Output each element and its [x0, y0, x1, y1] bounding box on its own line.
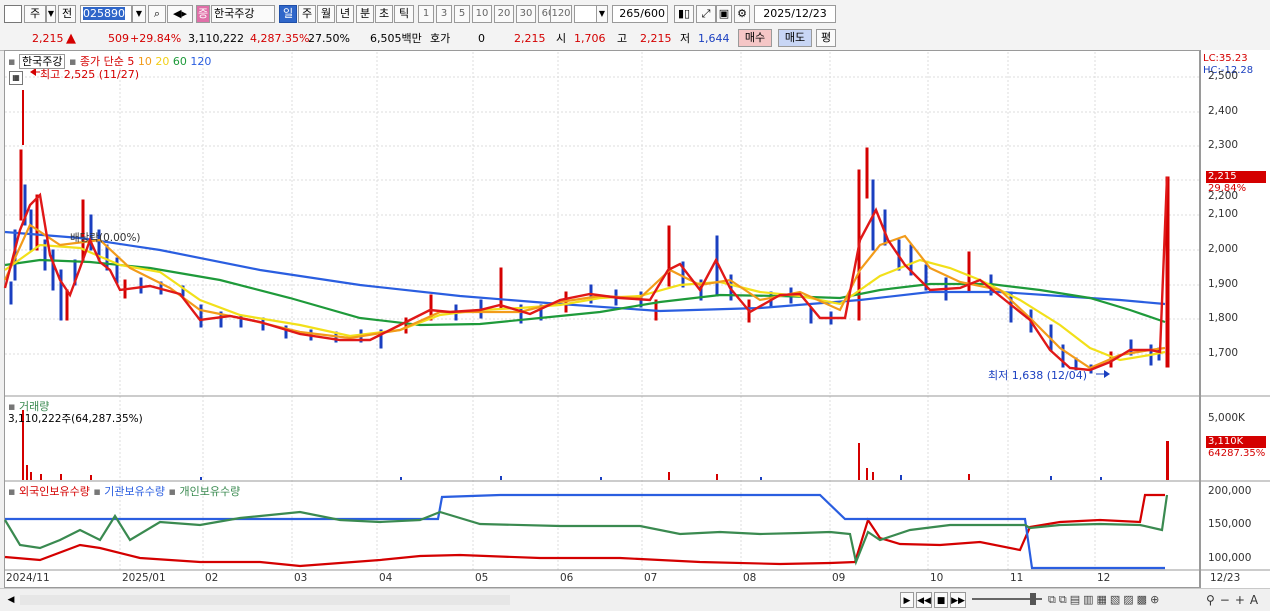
- ma20-line: [4, 243, 1166, 362]
- y-tick: 2,500: [1208, 70, 1239, 82]
- legend-ma120: 120: [190, 55, 212, 68]
- scroll-track[interactable]: [20, 595, 510, 605]
- scroll-left-icon[interactable]: ◀: [4, 593, 18, 607]
- volume-tick: 5,000K: [1208, 412, 1245, 424]
- ma10-line: [3, 223, 1166, 370]
- holdings-tick: 150,000: [1208, 518, 1252, 530]
- candles: [9, 147, 1170, 374]
- peak-candle: [22, 90, 24, 145]
- lc-value: LC:35.23: [1203, 53, 1248, 64]
- x-tick: 04: [379, 572, 393, 584]
- volume-current-tag: 3,110K: [1206, 436, 1266, 448]
- rewind-icon[interactable]: ◀◀: [916, 592, 932, 608]
- holdings-tick: 200,000: [1208, 485, 1252, 497]
- legend-foreign: 외국인보유수량: [18, 485, 90, 498]
- calendar-icon[interactable]: ▦: [9, 71, 23, 85]
- individual-holdings-line: [4, 494, 1169, 566]
- menu-dot-icon[interactable]: ▪: [8, 55, 15, 68]
- x-tick: 2025/01: [122, 572, 166, 584]
- y-tick: 2,000: [1208, 243, 1239, 255]
- legend-ma20: 20: [155, 55, 170, 68]
- high-arrow-icon: [30, 68, 36, 76]
- bottom-bar: ◀ ▶ ◀◀ ■ ▶▶ ⧉⧉▤▥▦▧▨▩⊕ ⚲−+A: [0, 588, 1270, 611]
- menu-dot-icon[interactable]: ▪: [169, 485, 176, 498]
- chart-svg: [3, 52, 1270, 571]
- legend-ma60: 60: [172, 55, 187, 68]
- y-tick: 2,400: [1208, 105, 1239, 117]
- zoom-controls-icons[interactable]: ⚲−+A: [1206, 592, 1270, 608]
- legend-institution: 기관보유수량: [104, 485, 166, 498]
- x-tick: 07: [644, 572, 658, 584]
- x-tick: 06: [560, 572, 574, 584]
- x-tick: 12: [1097, 572, 1111, 584]
- holdings-tick: 100,000: [1208, 552, 1252, 564]
- menu-dot-icon[interactable]: ▪: [8, 485, 15, 498]
- stop-icon[interactable]: ■: [934, 592, 948, 608]
- x-tick: 02: [205, 572, 219, 584]
- y-tick: 2,300: [1208, 139, 1239, 151]
- y-tick: 1,700: [1208, 347, 1239, 359]
- x-tick: 11: [1010, 572, 1024, 584]
- zoom-slider-handle[interactable]: [1030, 593, 1036, 605]
- volume-value-text: 3,110,222주(64,287.35%): [8, 413, 143, 425]
- legend-individual: 개인보유수량: [179, 485, 241, 498]
- volume-current-pct: 64287.35%: [1208, 448, 1266, 459]
- low-marker: 최저 1,638 (12/04): [988, 369, 1088, 382]
- x-tick: 09: [832, 572, 846, 584]
- volume-bars: [22, 410, 1169, 480]
- forward-icon[interactable]: ▶▶: [950, 592, 966, 608]
- chart-tools-icons[interactable]: ⧉⧉▤▥▦▧▨▩⊕: [1048, 592, 1208, 608]
- y-tick: 2,100: [1208, 208, 1239, 220]
- low-arrow-icon: [1104, 370, 1110, 378]
- play-icon[interactable]: ▶: [900, 592, 914, 608]
- holdings-legend: ▪ 외국인보유수량 ▪ 기관보유수량 ▪ 개인보유수량: [8, 483, 240, 499]
- legend-ma10: 10: [137, 55, 152, 68]
- volume-minor: [200, 475, 1102, 480]
- high-marker: 최고 2,525 (11/27): [40, 68, 140, 81]
- ex-dividend-marker: 배당락(0.00%): [70, 232, 141, 244]
- x-tick: 10: [930, 572, 944, 584]
- y-tick: 1,800: [1208, 312, 1239, 324]
- current-price-tag: 2,215: [1206, 171, 1266, 183]
- x-tick: 05: [475, 572, 489, 584]
- x-tick: 08: [743, 572, 757, 584]
- current-price-pct: 29.84%: [1208, 183, 1247, 194]
- x-tick: 12/23: [1210, 572, 1241, 584]
- menu-dot-icon[interactable]: ▪: [93, 485, 100, 498]
- x-tick: 03: [294, 572, 308, 584]
- y-tick: 1,900: [1208, 278, 1239, 290]
- x-tick: 2024/11: [6, 572, 50, 584]
- foreign-holdings-line: [4, 493, 1165, 568]
